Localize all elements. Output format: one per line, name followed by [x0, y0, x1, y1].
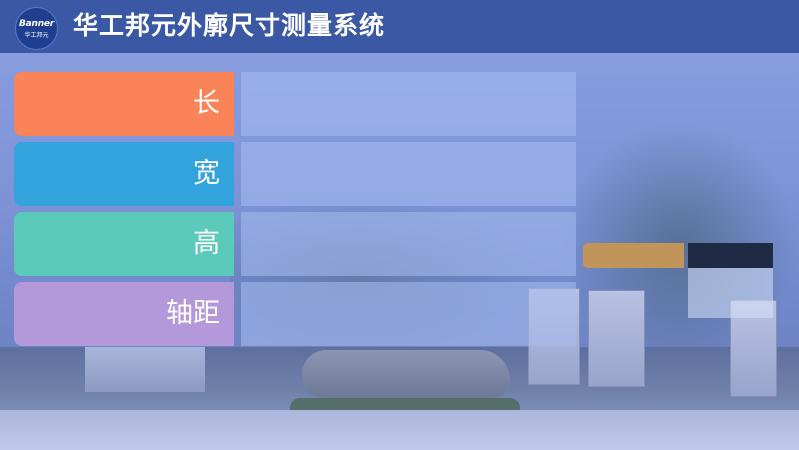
width-label-box: 宽	[14, 142, 234, 206]
wheelbase-value-field	[241, 282, 576, 346]
height-label: 高	[193, 228, 220, 259]
company-logo: Banner 华工邦元	[15, 7, 58, 50]
height-value-field	[241, 212, 576, 276]
logo-text: Banner	[18, 19, 55, 29]
detail-display	[688, 268, 773, 318]
background-building	[85, 347, 205, 392]
app-title: 华工邦元外廓尺寸测量系统	[73, 11, 386, 40]
length-value-field	[241, 72, 576, 136]
background-road	[0, 410, 799, 450]
wheelbase-label: 轴距	[166, 298, 220, 329]
width-value-field	[241, 142, 576, 206]
logo-subtext: 华工邦元	[24, 32, 49, 39]
length-label: 长	[193, 88, 220, 119]
status-display	[688, 243, 773, 268]
side-action-button[interactable]	[583, 243, 684, 268]
wheelbase-label-box: 轴距	[14, 282, 234, 346]
background-name-stone	[302, 350, 510, 398]
length-label-box: 长	[14, 72, 234, 136]
width-label: 宽	[193, 158, 220, 189]
title-bar: Banner 华工邦元 华工邦元外廓尺寸测量系统	[0, 0, 799, 53]
height-label-box: 高	[14, 212, 234, 276]
background-gate-pillar	[588, 290, 645, 387]
